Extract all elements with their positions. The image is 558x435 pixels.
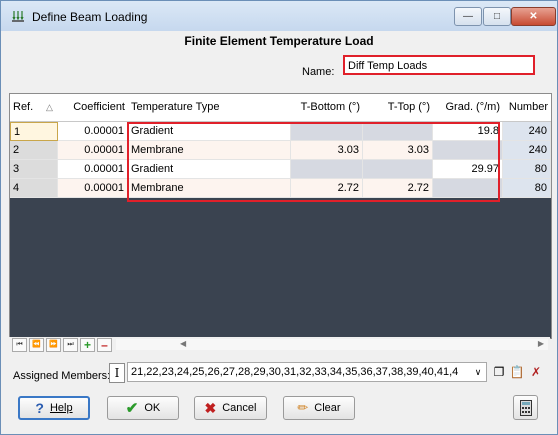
cell-number[interactable]: 240: [503, 141, 551, 160]
cancel-button[interactable]: ✖ Cancel: [194, 396, 267, 420]
cell-t-top[interactable]: 3.03: [363, 141, 433, 160]
cell-grad[interactable]: 29.97: [433, 160, 503, 179]
scroll-left-icon[interactable]: ◀: [180, 339, 186, 348]
beam-load-icon: [12, 11, 24, 22]
load-table: Ref. △ Coefficient Temperature Type T-Bo…: [9, 93, 552, 339]
first-icon: ⏮: [16, 341, 23, 348]
minus-icon: –: [101, 338, 108, 352]
cell-number[interactable]: 80: [503, 160, 551, 179]
sort-ascending-icon: △: [46, 102, 53, 112]
window-title: Define Beam Loading: [32, 10, 148, 24]
cell-ref[interactable]: 2: [10, 141, 58, 160]
dialog-window: Define Beam Loading — □ ✕ Finite Element…: [0, 0, 558, 435]
table-row[interactable]: 2 0.00001 Membrane 3.03 3.03 240: [10, 141, 551, 160]
column-header-ref[interactable]: Ref. △: [10, 94, 58, 121]
cell-number[interactable]: 240: [503, 122, 551, 141]
cell-coefficient[interactable]: 0.00001: [58, 122, 128, 141]
column-header-temperature-type[interactable]: Temperature Type: [128, 94, 291, 121]
plus-icon: +: [83, 338, 91, 352]
cell-t-top[interactable]: [363, 160, 433, 179]
column-header-number[interactable]: Number: [503, 94, 551, 121]
table-row[interactable]: 3 0.00001 Gradient 29.97 80: [10, 160, 551, 179]
maximize-icon: □: [493, 11, 501, 22]
cell-ref[interactable]: 3: [10, 160, 58, 179]
paste-icon[interactable]: 📋: [509, 363, 525, 381]
x-icon: ✖: [204, 399, 217, 416]
form-heading: Finite Element Temperature Load: [184, 34, 374, 48]
column-header-t-top[interactable]: T-Top (°): [363, 94, 433, 121]
next-icon: ⏩: [49, 341, 58, 348]
assigned-members-value: 21,22,23,24,25,26,27,28,29,30,31,32,33,3…: [131, 366, 459, 378]
cell-temperature-type[interactable]: Membrane: [128, 179, 291, 198]
minimize-icon: —: [463, 11, 473, 22]
ok-button[interactable]: ✔ OK: [107, 396, 179, 420]
title-bar: Define Beam Loading — □ ✕: [1, 1, 557, 31]
delete-row-button[interactable]: –: [97, 338, 112, 352]
cell-temperature-type[interactable]: Gradient: [128, 122, 291, 141]
copy-icon[interactable]: ❐: [491, 363, 507, 381]
clear-button[interactable]: ✏ Clear: [283, 396, 355, 420]
assigned-members-label: Assigned Members:: [13, 370, 111, 382]
cell-t-bottom[interactable]: 2.72: [291, 179, 363, 198]
table-row[interactable]: 1 0.00001 Gradient 19.8 240: [10, 122, 551, 141]
column-header-t-bottom[interactable]: T-Bottom (°): [291, 94, 363, 121]
column-header-coefficient[interactable]: Coefficient: [58, 94, 128, 121]
calculator-button[interactable]: [513, 395, 538, 420]
i-beam-icon: I: [114, 366, 120, 380]
cell-t-bottom[interactable]: [291, 160, 363, 179]
assigned-members-field[interactable]: 21,22,23,24,25,26,27,28,29,30,31,32,33,3…: [127, 362, 487, 382]
cell-number[interactable]: 80: [503, 179, 551, 198]
cell-t-top[interactable]: 2.72: [363, 179, 433, 198]
cell-grad[interactable]: 19.8: [433, 122, 503, 141]
chevron-down-icon[interactable]: ∨: [472, 363, 484, 381]
scroll-right-icon[interactable]: ▶: [538, 339, 544, 348]
cell-ref[interactable]: 1: [10, 122, 58, 141]
prev-record-button[interactable]: ⏪: [29, 338, 44, 352]
help-button[interactable]: ? Help: [18, 396, 90, 420]
cell-temperature-type[interactable]: Gradient: [128, 160, 291, 179]
maximize-button[interactable]: □: [483, 7, 511, 26]
cell-t-top[interactable]: [363, 122, 433, 141]
cell-grad[interactable]: [433, 141, 503, 160]
last-record-button[interactable]: ⏭: [63, 338, 78, 352]
eraser-icon: ✏: [297, 400, 309, 415]
close-icon: ✕: [529, 11, 538, 22]
column-header-grad[interactable]: Grad. (°/m): [433, 94, 503, 121]
grid-navigator: ⏮ ⏪ ⏩ ⏭ + – ◀ ▶: [9, 337, 550, 353]
table-header: Ref. △ Coefficient Temperature Type T-Bo…: [10, 94, 551, 122]
name-label: Name:: [302, 66, 335, 78]
erase-icon[interactable]: ✗: [528, 363, 544, 381]
close-button[interactable]: ✕: [511, 7, 556, 26]
help-icon: ?: [35, 400, 44, 416]
cell-coefficient[interactable]: 0.00001: [58, 179, 128, 198]
table-row[interactable]: 4 0.00001 Membrane 2.72 2.72 80: [10, 179, 551, 198]
cell-t-bottom[interactable]: [291, 122, 363, 141]
cell-ref[interactable]: 4: [10, 179, 58, 198]
last-icon: ⏭: [67, 341, 74, 348]
next-record-button[interactable]: ⏩: [46, 338, 61, 352]
checkmark-icon: ✔: [125, 400, 139, 417]
cell-temperature-type[interactable]: Membrane: [128, 141, 291, 160]
calculator-icon: [519, 399, 532, 416]
cell-t-bottom[interactable]: 3.03: [291, 141, 363, 160]
horizontal-scrollbar[interactable]: ◀ ▶: [116, 339, 548, 350]
add-row-button[interactable]: +: [80, 338, 95, 352]
select-members-button[interactable]: I: [109, 363, 125, 383]
cell-grad[interactable]: [433, 179, 503, 198]
name-input[interactable]: Diff Temp Loads: [343, 55, 535, 75]
cell-coefficient[interactable]: 0.00001: [58, 160, 128, 179]
first-record-button[interactable]: ⏮: [12, 338, 27, 352]
cell-coefficient[interactable]: 0.00001: [58, 141, 128, 160]
minimize-button[interactable]: —: [454, 7, 482, 26]
prev-icon: ⏪: [32, 341, 41, 348]
